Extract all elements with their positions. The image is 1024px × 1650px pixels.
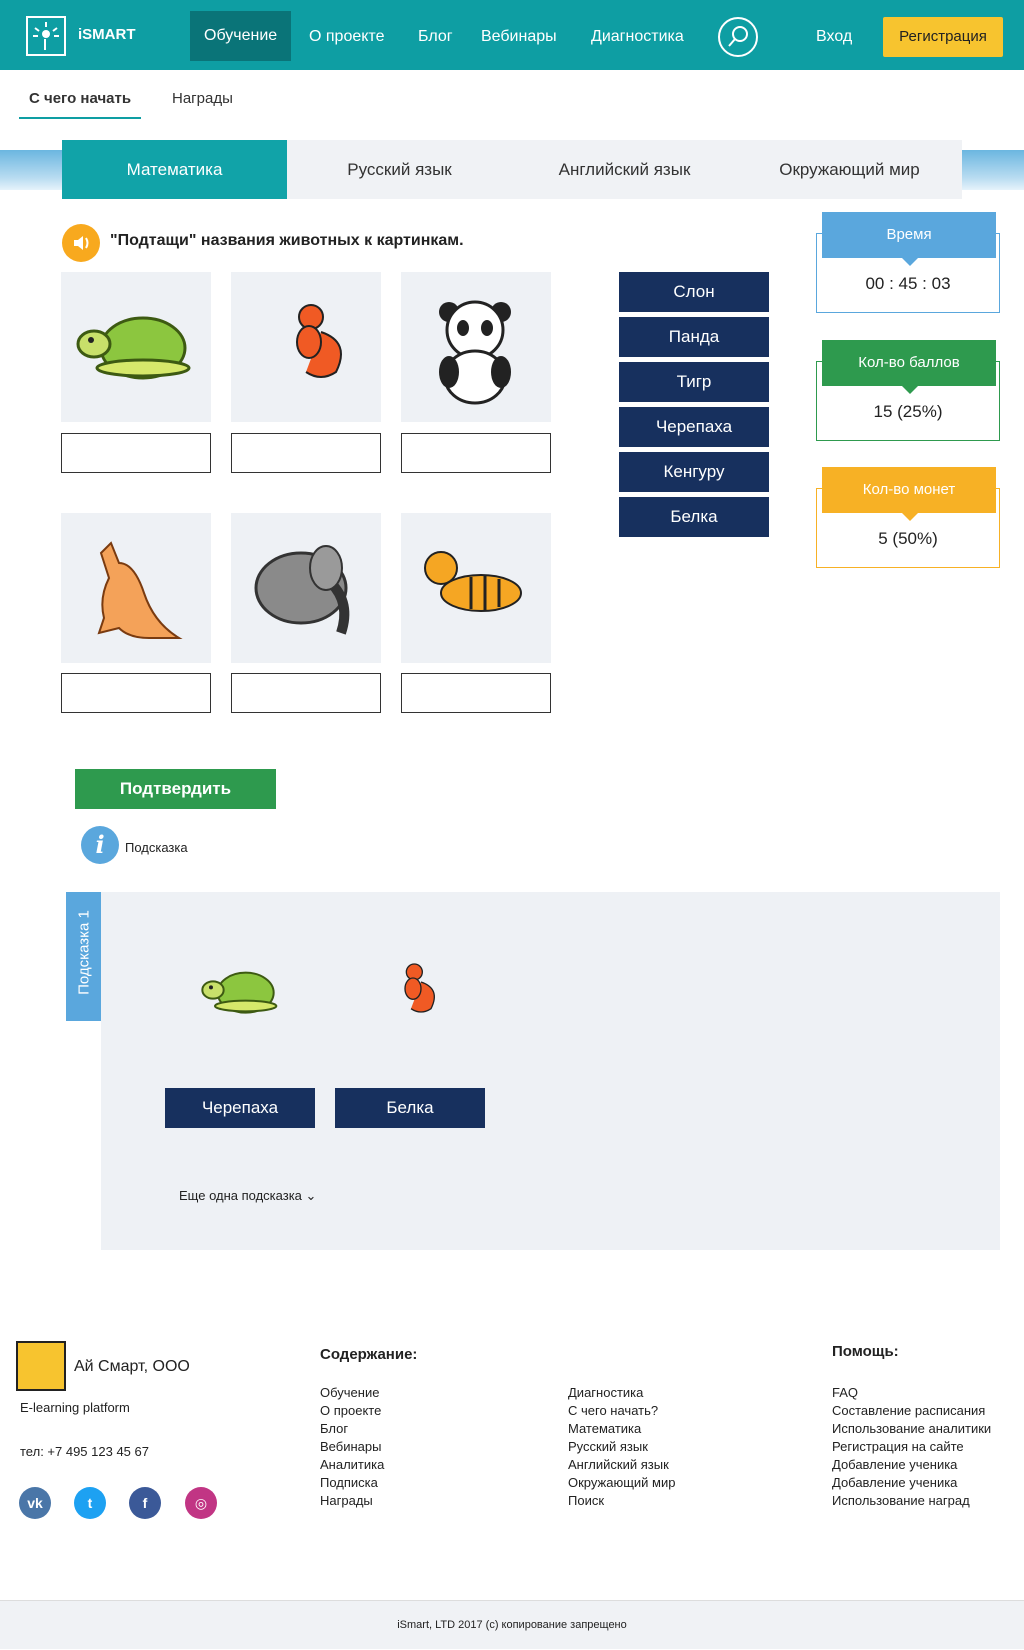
footer-link[interactable]: Подписка — [320, 1474, 384, 1492]
subnav-start[interactable]: С чего начать — [19, 90, 142, 119]
score-label: Кол-во баллов — [822, 340, 996, 394]
footer-link[interactable]: Блог — [320, 1420, 384, 1438]
nav-about[interactable]: О проекте — [309, 0, 384, 70]
squirrel-picture — [404, 963, 435, 1013]
footer-link[interactable]: Добавление ученика — [832, 1474, 991, 1492]
word-squirrel[interactable]: Белка — [619, 497, 769, 537]
answer-drop-box[interactable] — [401, 433, 551, 473]
answer-drop-box[interactable] — [61, 433, 211, 473]
footer-link[interactable]: Аналитика — [320, 1456, 384, 1474]
turtle-picture — [201, 971, 278, 1014]
footer-link[interactable]: Окружающий мир — [568, 1474, 675, 1492]
twitter-icon[interactable]: t — [74, 1487, 106, 1519]
word-elephant[interactable]: Слон — [619, 272, 769, 312]
brand-name[interactable]: iSMART — [78, 26, 136, 43]
time-value: 00 : 45 : 03 — [865, 274, 951, 293]
nav-webinars[interactable]: Вебинары — [481, 0, 557, 70]
tab-world[interactable]: Окружающий мир — [737, 140, 962, 199]
coins-value: 5 (50%) — [878, 529, 938, 548]
search-icon[interactable] — [718, 17, 758, 57]
word-panda[interactable]: Панда — [619, 317, 769, 357]
chevron-down-icon: ⌄ — [305, 1188, 317, 1203]
coins-label: Кол-во монет — [822, 467, 996, 521]
squirrel-picture — [231, 272, 381, 422]
nav-learning[interactable]: Обучение — [190, 11, 292, 61]
answer-drop-box[interactable] — [61, 673, 211, 713]
footer-link[interactable]: Составление расписания — [832, 1402, 991, 1420]
phone-text: тел: +7 495 123 45 67 — [20, 1444, 149, 1459]
footer-links-col1: Обучение О проекте Блог Вебинары Аналитика По… — [320, 1384, 384, 1510]
kangaroo-picture — [61, 513, 211, 663]
footer-link[interactable]: Русский язык — [568, 1438, 675, 1456]
footer-link[interactable]: FAQ — [832, 1384, 991, 1402]
time-label: Время — [822, 212, 996, 266]
nav-blog[interactable]: Блог — [418, 0, 453, 70]
more-hint-link[interactable]: Еще одна подсказка ⌄ — [179, 1188, 316, 1204]
footer-link[interactable]: Вебинары — [320, 1438, 384, 1456]
tab-russian[interactable]: Русский язык — [287, 140, 512, 199]
footer-links-col3: FAQ Составление расписания Использование а… — [832, 1384, 991, 1510]
footer-link[interactable]: Использование наград — [832, 1492, 991, 1510]
score-value: 15 (25%) — [873, 402, 943, 421]
subject-tabs: Математика Русский язык Английский язык … — [62, 140, 962, 199]
footer-link[interactable]: Поиск — [568, 1492, 675, 1510]
footer-link[interactable]: Использование аналитики — [832, 1420, 991, 1438]
subnav-awards[interactable]: Награды — [172, 90, 233, 107]
facebook-icon[interactable]: f — [129, 1487, 161, 1519]
footer-link[interactable]: Диагностика — [568, 1384, 675, 1402]
contents-title: Содержание: — [320, 1346, 418, 1363]
footer-link[interactable]: С чего начать? — [568, 1402, 675, 1420]
footer-logo-icon — [16, 1341, 66, 1391]
copyright: iSmart, LTD 2017 (c) копирование запреще… — [0, 1600, 1024, 1649]
word-turtle[interactable]: Черепаха — [619, 407, 769, 447]
register-button[interactable]: Регистрация — [883, 17, 1003, 57]
footer-link[interactable]: Обучение — [320, 1384, 384, 1402]
logo-icon[interactable] — [26, 16, 66, 56]
answer-drop-box[interactable] — [231, 433, 381, 473]
info-icon[interactable]: i — [81, 826, 119, 864]
task-instruction: "Подтащи" названия животных к картинкам. — [110, 232, 464, 249]
hint-word-squirrel: Белка — [335, 1088, 485, 1128]
word-tiger[interactable]: Тигр — [619, 362, 769, 402]
company-name: Ай Смарт, ООО — [74, 1358, 190, 1375]
confirm-button[interactable]: Подтвердить — [75, 769, 276, 809]
score-widget: Кол-во баллов 15 (25%) — [816, 340, 1000, 441]
tiger-picture — [401, 513, 551, 663]
tab-english[interactable]: Английский язык — [512, 140, 737, 199]
hint-tab-label: Подсказка 1 — [75, 910, 93, 995]
top-header: iSMART Обучение О проекте Блог Вебинары … — [0, 0, 1024, 70]
footer-link[interactable]: Награды — [320, 1492, 384, 1510]
instagram-icon[interactable]: ◎ — [185, 1487, 217, 1519]
time-widget: Время 00 : 45 : 03 — [816, 212, 1000, 313]
footer-links-col2: Диагностика С чего начать? Математика Русск… — [568, 1384, 675, 1510]
footer-link[interactable]: Английский язык — [568, 1456, 675, 1474]
hint-link[interactable]: Подсказка — [125, 840, 188, 855]
word-kangaroo[interactable]: Кенгуру — [619, 452, 769, 492]
panda-picture — [401, 272, 551, 422]
hint-word-turtle: Черепаха — [165, 1088, 315, 1128]
vk-icon[interactable]: vk — [19, 1487, 51, 1519]
answer-drop-box[interactable] — [231, 673, 381, 713]
coins-widget: Кол-во монет 5 (50%) — [816, 467, 1000, 568]
turtle-picture — [61, 272, 211, 422]
footer-link[interactable]: О проекте — [320, 1402, 384, 1420]
answer-drop-box[interactable] — [401, 673, 551, 713]
nav-diagnostics[interactable]: Диагностика — [591, 0, 684, 70]
elephant-picture — [231, 513, 381, 663]
footer-link[interactable]: Добавление ученика — [832, 1456, 991, 1474]
platform-text: E-learning platform — [20, 1400, 130, 1415]
speaker-icon[interactable] — [62, 224, 100, 262]
more-hint-label: Еще одна подсказка — [179, 1188, 302, 1203]
footer-link[interactable]: Регистрация на сайте — [832, 1438, 991, 1456]
hint-tab[interactable]: Подсказка 1 — [66, 892, 101, 1021]
footer-link[interactable]: Математика — [568, 1420, 675, 1438]
help-title: Помощь: — [832, 1343, 899, 1360]
login-link[interactable]: Вход — [816, 0, 852, 74]
tab-math[interactable]: Математика — [62, 140, 287, 199]
